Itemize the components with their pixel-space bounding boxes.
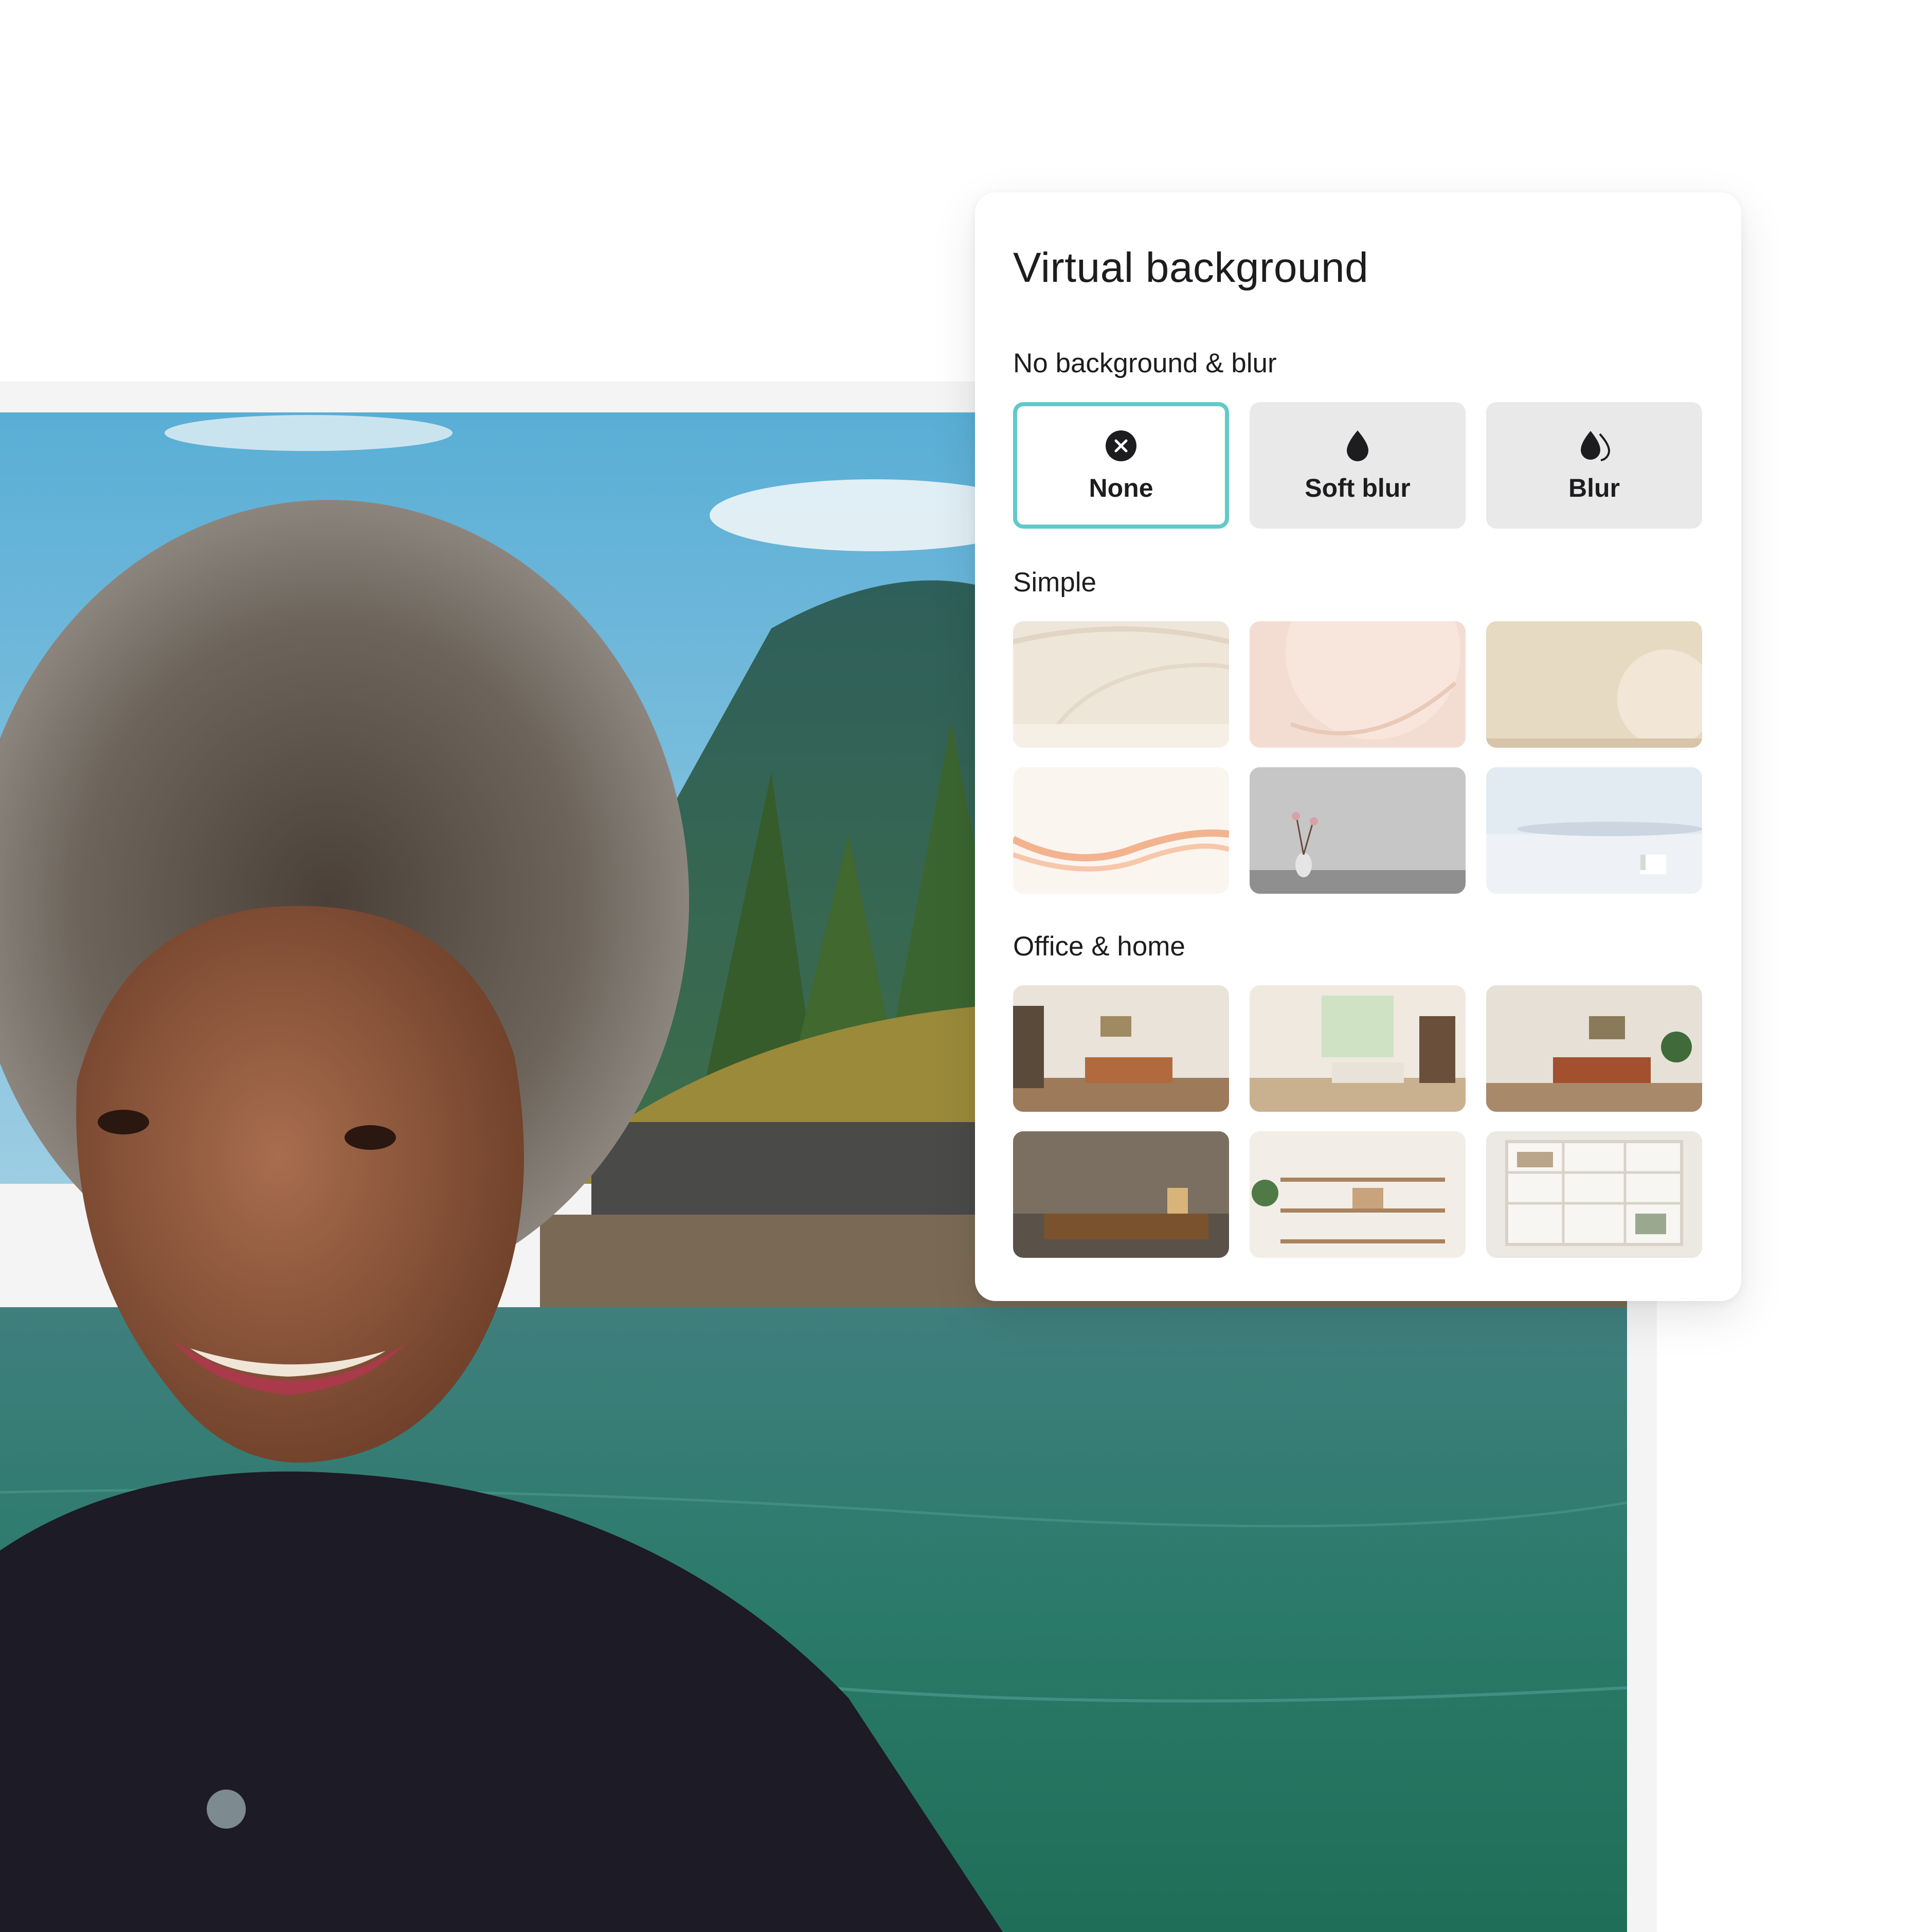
thumbnail-simple-2[interactable] xyxy=(1250,621,1466,748)
option-label: None xyxy=(1089,474,1153,502)
thumbnail-simple-4[interactable] xyxy=(1013,767,1229,894)
thumbnail-office-5[interactable] xyxy=(1250,1131,1466,1258)
option-none[interactable]: None xyxy=(1013,402,1229,529)
section-label-simple: Simple xyxy=(1013,567,1097,598)
option-blur[interactable]: Blur xyxy=(1486,402,1702,529)
section-label-office-home: Office & home xyxy=(1013,931,1185,962)
close-circle-icon xyxy=(1106,430,1136,461)
thumbnail-office-4[interactable] xyxy=(1013,1131,1229,1258)
thumbnail-simple-1[interactable] xyxy=(1013,621,1229,748)
option-soft-blur[interactable]: Soft blur xyxy=(1250,402,1466,529)
double-drop-icon xyxy=(1581,431,1611,461)
section-label-effects: No background & blur xyxy=(1013,348,1277,378)
virtual-background-panel: Virtual background No background & blur … xyxy=(975,192,1741,1301)
thumbnail-simple-6[interactable] xyxy=(1486,767,1702,894)
thumbnail-simple-3[interactable] xyxy=(1486,621,1702,748)
thumbnail-office-2[interactable] xyxy=(1250,985,1466,1112)
thumbnail-office-6[interactable] xyxy=(1486,1131,1702,1258)
thumbnail-simple-5[interactable] xyxy=(1250,767,1466,894)
option-label: Blur xyxy=(1568,474,1620,502)
thumbnail-office-3[interactable] xyxy=(1486,985,1702,1112)
panel-title: Virtual background xyxy=(1013,244,1369,291)
drop-icon xyxy=(1347,430,1368,461)
option-label: Soft blur xyxy=(1305,474,1411,502)
thumbnail-office-1[interactable] xyxy=(1013,985,1229,1112)
